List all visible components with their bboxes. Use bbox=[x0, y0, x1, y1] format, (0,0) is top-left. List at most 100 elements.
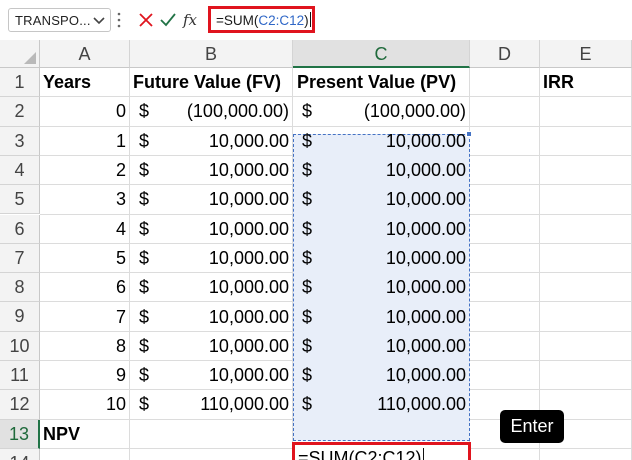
pv-cell: 10,000.00 bbox=[385, 335, 466, 356]
fv-currency-symbol: $ bbox=[139, 365, 150, 386]
npv-label: NPV bbox=[43, 423, 81, 444]
select-all-icon bbox=[24, 52, 36, 64]
pv-currency-symbol: $ bbox=[302, 218, 313, 239]
pv-cell: 10,000.00 bbox=[385, 218, 466, 239]
year-cell: 3 bbox=[115, 189, 126, 210]
row-header-13[interactable]: 13 bbox=[0, 419, 40, 449]
year-cell: 6 bbox=[115, 277, 126, 298]
select-all-corner[interactable] bbox=[0, 40, 40, 68]
fv-currency-symbol: $ bbox=[139, 101, 150, 122]
name-box-value: TRANSPO... bbox=[15, 13, 91, 28]
pv-cell: 10,000.00 bbox=[385, 247, 466, 268]
fv-cell: 10,000.00 bbox=[208, 130, 289, 151]
pv-currency-symbol: $ bbox=[302, 247, 313, 268]
formula-bar: TRANSPO... fx =SUM(C2:C12) bbox=[0, 0, 632, 40]
column-header-E[interactable]: E bbox=[540, 40, 632, 68]
fv-cell: 10,000.00 bbox=[208, 247, 289, 268]
formula-buttons: fx bbox=[130, 8, 204, 32]
more-options-icon[interactable] bbox=[117, 12, 121, 28]
fv-cell: 10,000.00 bbox=[208, 277, 289, 298]
insert-function-button[interactable]: fx bbox=[180, 10, 200, 30]
pv-cell: 10,000.00 bbox=[385, 160, 466, 181]
row-header-11[interactable]: 11 bbox=[0, 361, 40, 391]
pv-cell: 10,000.00 bbox=[385, 277, 466, 298]
fv-cell: 10,000.00 bbox=[208, 306, 289, 327]
fv-cell: (100,000.00) bbox=[186, 101, 289, 122]
row-header-8[interactable]: 8 bbox=[0, 273, 40, 303]
column-header-B[interactable]: B bbox=[130, 40, 293, 68]
row-header-6[interactable]: 6 bbox=[0, 214, 40, 244]
row-header-2[interactable]: 2 bbox=[0, 97, 40, 127]
active-cell-formula: =SUM(C2:C12) bbox=[298, 448, 424, 460]
fv-currency-symbol: $ bbox=[139, 218, 150, 239]
formula-input[interactable]: =SUM(C2:C12) bbox=[208, 6, 315, 33]
fv-cell: 10,000.00 bbox=[208, 335, 289, 356]
fv-currency-symbol: $ bbox=[139, 394, 150, 415]
name-box[interactable]: TRANSPO... bbox=[8, 8, 111, 32]
pv-currency-symbol: $ bbox=[302, 394, 313, 415]
column-header-D[interactable]: D bbox=[470, 40, 540, 68]
pv-cell: 10,000.00 bbox=[385, 189, 466, 210]
fv-cell: 110,000.00 bbox=[200, 394, 289, 415]
enter-check-icon[interactable] bbox=[158, 10, 178, 30]
pv-currency-symbol: $ bbox=[302, 306, 313, 327]
fv-currency-symbol: $ bbox=[139, 335, 150, 356]
active-cell-C13[interactable]: =SUM(C2:C12) bbox=[292, 442, 471, 460]
year-cell: 10 bbox=[105, 394, 126, 415]
year-cell: 2 bbox=[115, 160, 126, 181]
range-handle[interactable] bbox=[466, 131, 472, 137]
pv-cell: 10,000.00 bbox=[385, 365, 466, 386]
row-header-10[interactable]: 10 bbox=[0, 331, 40, 361]
grid-vline bbox=[129, 68, 130, 460]
pv-currency-symbol: $ bbox=[302, 160, 313, 181]
year-cell: 7 bbox=[115, 306, 126, 327]
fv-currency-symbol: $ bbox=[139, 247, 150, 268]
header-present-value: Present Value (PV) bbox=[297, 72, 457, 93]
pv-currency-symbol: $ bbox=[302, 130, 313, 151]
column-header-C[interactable]: C bbox=[293, 40, 470, 68]
row-header-14[interactable]: 14 bbox=[0, 448, 40, 460]
pv-currency-symbol: $ bbox=[302, 101, 313, 122]
pv-cell: (100,000.00) bbox=[363, 101, 466, 122]
row-header-5[interactable]: 5 bbox=[0, 185, 40, 215]
row-header-4[interactable]: 4 bbox=[0, 155, 40, 186]
year-cell: 0 bbox=[115, 101, 126, 122]
year-cell: 1 bbox=[115, 130, 126, 151]
fv-cell: 10,000.00 bbox=[208, 218, 289, 239]
fv-currency-symbol: $ bbox=[139, 189, 150, 210]
row-header-1[interactable]: 1 bbox=[0, 68, 40, 98]
fv-currency-symbol: $ bbox=[139, 277, 150, 298]
text-caret bbox=[422, 448, 424, 460]
cancel-x-icon[interactable] bbox=[136, 10, 156, 30]
column-header-A[interactable]: A bbox=[40, 40, 130, 68]
year-cell: 9 bbox=[115, 365, 126, 386]
pv-currency-symbol: $ bbox=[302, 335, 313, 356]
header-irr: IRR bbox=[543, 72, 574, 93]
fv-currency-symbol: $ bbox=[139, 306, 150, 327]
year-cell: 5 bbox=[115, 247, 126, 268]
row-header-9[interactable]: 9 bbox=[0, 302, 40, 332]
pv-currency-symbol: $ bbox=[302, 189, 313, 210]
pv-cell: 110,000.00 bbox=[377, 394, 466, 415]
fv-cell: 10,000.00 bbox=[208, 160, 289, 181]
pv-cell: 10,000.00 bbox=[385, 130, 466, 151]
pv-currency-symbol: $ bbox=[302, 365, 313, 386]
formula-text: =SUM(C2:C12) bbox=[216, 12, 311, 28]
pv-currency-symbol: $ bbox=[302, 277, 313, 298]
text-caret bbox=[309, 12, 311, 27]
fv-currency-symbol: $ bbox=[139, 130, 150, 151]
grid-vline bbox=[539, 68, 540, 460]
row-header-3[interactable]: 3 bbox=[0, 126, 40, 156]
fv-currency-symbol: $ bbox=[139, 160, 150, 181]
spreadsheet-grid: ABCDE 1234567891011121314 YearsFuture Va… bbox=[0, 40, 632, 460]
year-cell: 8 bbox=[115, 335, 126, 356]
formula-range-ref: C2:C12 bbox=[258, 13, 305, 28]
year-cell: 4 bbox=[115, 218, 126, 239]
row-header-12[interactable]: 12 bbox=[0, 390, 40, 420]
fv-cell: 10,000.00 bbox=[208, 189, 289, 210]
header-future-value: Future Value (FV) bbox=[133, 72, 282, 93]
fv-cell: 10,000.00 bbox=[208, 365, 289, 386]
header-years: Years bbox=[43, 72, 92, 93]
chevron-down-icon[interactable] bbox=[93, 16, 105, 26]
row-header-7[interactable]: 7 bbox=[0, 243, 40, 274]
